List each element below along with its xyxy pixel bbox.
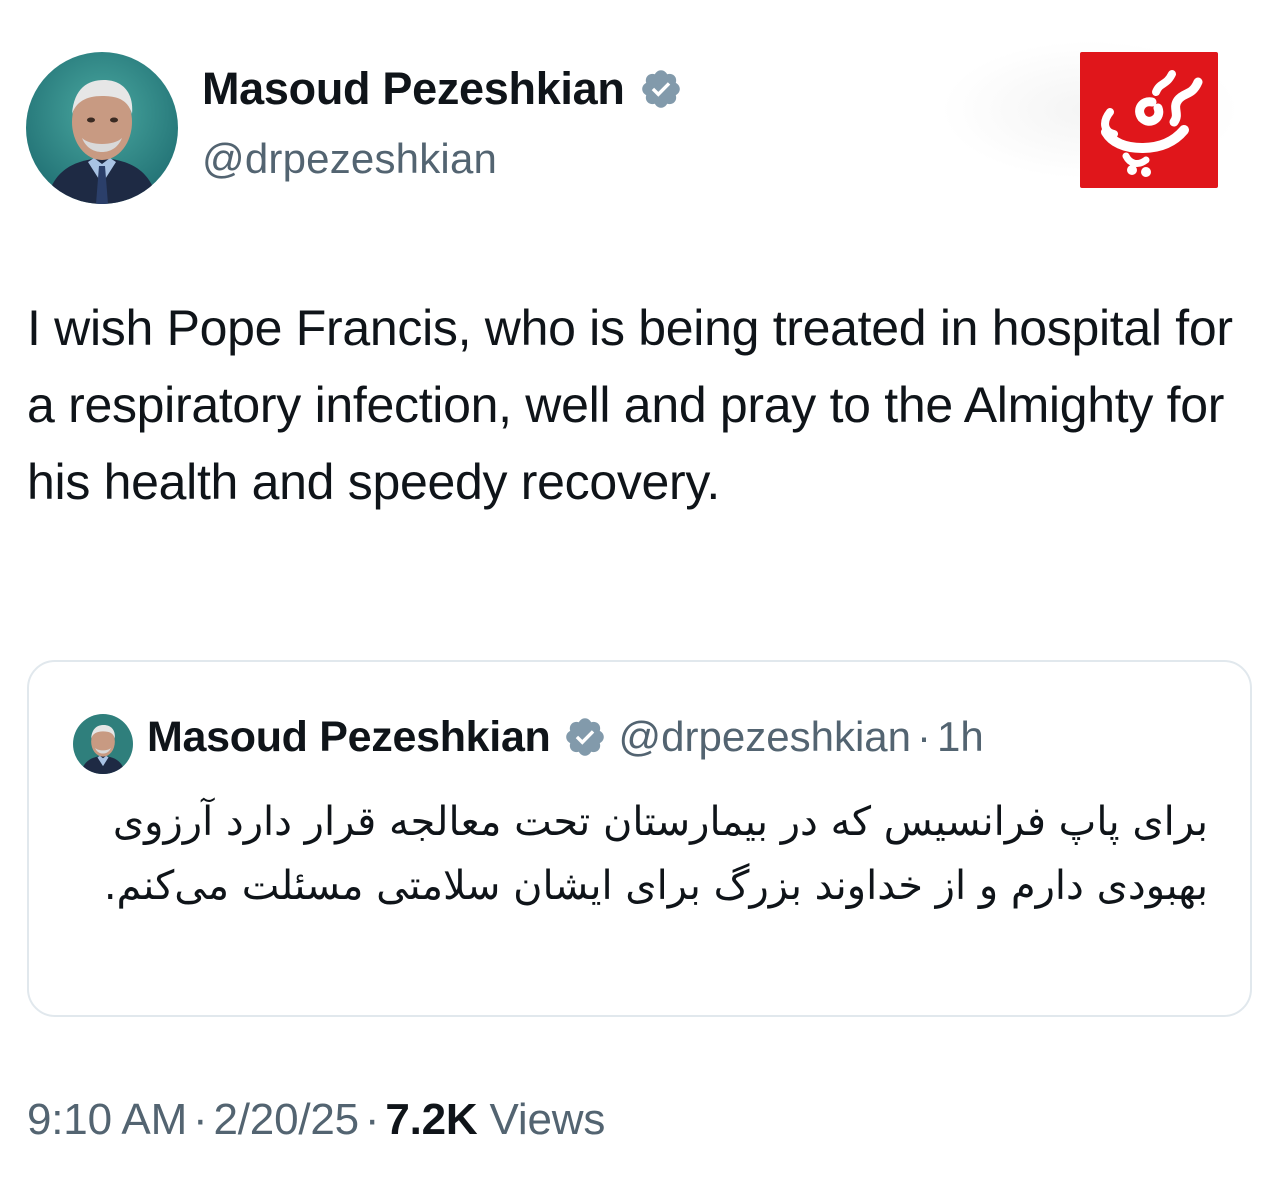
verified-badge-icon[interactable] bbox=[563, 715, 607, 759]
tweet-meta: 9:10 AM · 2/20/25 · 7.2K Views bbox=[27, 1098, 605, 1142]
author-handle[interactable]: @drpezeshkian bbox=[202, 138, 497, 180]
verified-badge-icon[interactable] bbox=[639, 67, 683, 111]
brand-logo-watermark bbox=[1080, 52, 1218, 188]
separator-dot: · bbox=[364, 1095, 380, 1144]
views-label[interactable]: Views bbox=[490, 1095, 606, 1144]
author-name-row: Masoud Pezeshkian bbox=[202, 66, 683, 111]
quoted-tweet-card[interactable]: Masoud Pezeshkian @drpezeshkian · 1h برا… bbox=[27, 660, 1252, 1017]
quoted-author-handle[interactable]: @drpezeshkian bbox=[619, 716, 911, 758]
author-avatar[interactable] bbox=[26, 52, 178, 204]
quoted-author-avatar[interactable] bbox=[73, 714, 133, 774]
tweet-text: I wish Pope Francis, who is being treate… bbox=[27, 300, 1233, 510]
separator-dot: · bbox=[193, 1095, 208, 1144]
views-count[interactable]: 7.2K bbox=[385, 1095, 477, 1144]
separator-dot: · bbox=[917, 713, 931, 760]
quoted-tweet-header: Masoud Pezeshkian @drpezeshkian · 1h bbox=[147, 715, 984, 759]
quoted-author-display-name[interactable]: Masoud Pezeshkian bbox=[147, 715, 551, 759]
author-display-name[interactable]: Masoud Pezeshkian bbox=[202, 66, 625, 111]
quoted-tweet-time[interactable]: 1h bbox=[937, 716, 984, 758]
tweet-time[interactable]: 9:10 AM bbox=[27, 1095, 187, 1144]
quoted-tweet-text: برای پاپ فرانسیس که در بیمارستان تحت معا… bbox=[103, 799, 1208, 909]
tweet-date[interactable]: 2/20/25 bbox=[214, 1095, 360, 1144]
